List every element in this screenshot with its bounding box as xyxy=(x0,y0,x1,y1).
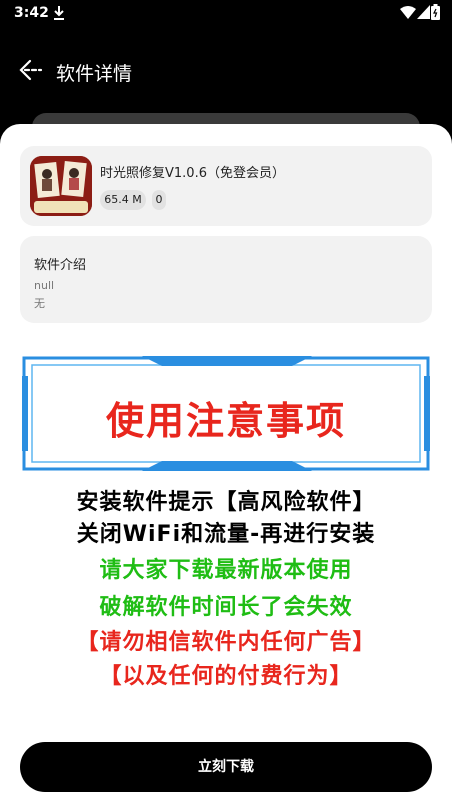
notice-heading: 使用注意事项 xyxy=(105,399,346,443)
status-time: 3:42 xyxy=(14,5,49,21)
app-icon xyxy=(30,156,92,216)
notice-line: 安装软件提示【高风险软件】 xyxy=(76,490,376,515)
signal-icon xyxy=(417,5,430,19)
battery-icon xyxy=(431,4,440,20)
app-info-card: 时光照修复V1.0.6（免登会员） 65.4 M 0 xyxy=(20,146,432,226)
download-icon xyxy=(54,6,64,20)
status-bar: 3:42 xyxy=(0,0,452,28)
app-bar: 软件详情 xyxy=(0,46,452,96)
count-badge: 0 xyxy=(152,190,166,210)
notice-line: 【请勿相信软件内任何广告】 xyxy=(76,630,376,655)
notice-line: 【以及任何的付费行为】 xyxy=(99,664,353,689)
notice-line: 关闭WiFi和流量-再进行安装 xyxy=(76,522,376,547)
download-button[interactable]: 立刻下载 xyxy=(20,742,432,792)
bottom-sheet: 时光照修复V1.0.6（免登会员） 65.4 M 0 软件介绍 null 无 使… xyxy=(0,124,452,805)
app-name: 时光照修复V1.0.6（免登会员） xyxy=(100,166,285,181)
intro-text-secondary: 无 xyxy=(34,297,45,310)
back-arrow-icon[interactable] xyxy=(16,58,44,82)
file-size-badge: 65.4 M xyxy=(100,190,146,210)
app-icon-artwork xyxy=(30,156,92,216)
intro-text: null xyxy=(34,279,55,292)
intro-title: 软件介绍 xyxy=(34,258,87,273)
notice-line: 破解软件时间长了会失效 xyxy=(99,595,353,620)
intro-card: 软件介绍 null 无 xyxy=(20,236,432,323)
notice-line: 请大家下载最新版本使用 xyxy=(99,558,353,583)
wifi-icon xyxy=(400,6,416,19)
page-title: 软件详情 xyxy=(56,63,133,85)
